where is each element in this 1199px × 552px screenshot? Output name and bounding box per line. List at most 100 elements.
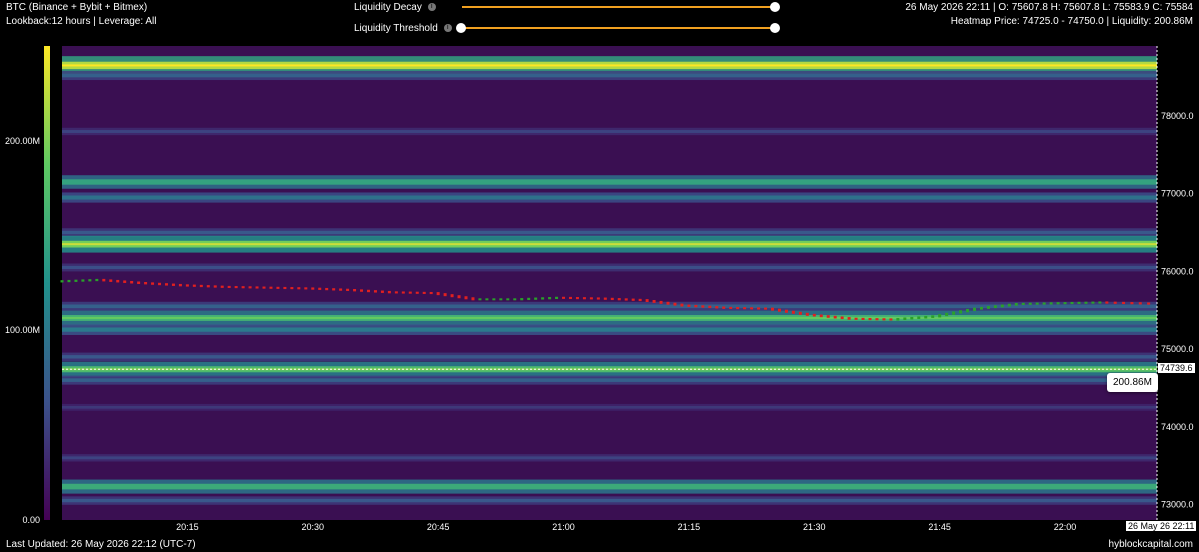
price-candle [457, 295, 461, 299]
liquidity-band-core [62, 378, 1157, 382]
price-candle [360, 289, 364, 292]
threshold-slider-min-knob[interactable] [456, 23, 466, 33]
price-candle [255, 286, 259, 289]
price-candle [715, 306, 719, 309]
price-candle [339, 288, 343, 291]
price-candle [436, 292, 440, 296]
price-candle [151, 282, 155, 285]
price-candle [645, 299, 649, 303]
price-candle [952, 311, 956, 315]
price-candle [1035, 302, 1039, 305]
y-tick-label: 77000.0 [1161, 189, 1194, 199]
price-candle [596, 297, 600, 300]
price-candle [401, 291, 405, 294]
threshold-slider-max-knob[interactable] [770, 23, 780, 33]
liquidity-band-core [62, 230, 1157, 235]
price-candle [408, 291, 412, 294]
price-candle [548, 297, 552, 300]
price-candle [353, 288, 357, 292]
price-candle [109, 279, 113, 282]
price-candle [945, 312, 949, 317]
liquidity-band-core [62, 304, 1157, 309]
price-candle [743, 307, 747, 310]
info-icon[interactable]: i [427, 3, 436, 12]
price-candle [499, 298, 503, 301]
liquidity-threshold-slider[interactable] [462, 27, 776, 29]
price-candle [757, 307, 761, 310]
price-candle [882, 318, 886, 321]
price-candle [805, 312, 809, 316]
y-tick-label: 78000.0 [1161, 111, 1194, 121]
price-candle [123, 280, 127, 283]
price-candle [729, 306, 733, 309]
ohlc-readout: 26 May 2026 22:11 | O: 75607.8 H: 75607.… [905, 2, 1193, 13]
liquidity-band-core [62, 265, 1157, 270]
price-candle [1056, 302, 1060, 305]
price-candle [868, 318, 872, 321]
x-tick-label: 20:15 [176, 522, 199, 532]
price-candle [966, 308, 970, 313]
price-candle [617, 298, 621, 301]
price-candle [262, 286, 266, 289]
price-candle [687, 304, 691, 307]
liquidity-decay-slider[interactable] [462, 6, 776, 8]
price-candle [1014, 302, 1018, 306]
price-candle [541, 297, 545, 300]
heatmap-info: Heatmap Price: 74725.0 - 74750.0 | Liqui… [950, 16, 1193, 27]
liquidity-band-core [62, 130, 1157, 133]
price-candle [366, 289, 370, 293]
liquidity-band-peak [62, 316, 1157, 319]
info-icon[interactable]: i [443, 24, 452, 33]
price-candle [387, 290, 391, 294]
threshold-label-text: Liquidity Threshold [354, 23, 438, 34]
price-candle [116, 279, 120, 283]
price-candle [680, 303, 684, 307]
chart-subtitle: Lookback:12 hours | Leverage: All [6, 16, 157, 27]
liquidity-band-core [62, 498, 1157, 503]
price-candle [1122, 301, 1126, 305]
price-candle [1084, 301, 1088, 304]
liquidity-band-core [62, 327, 1157, 332]
price-candle [95, 278, 99, 282]
price-candle [847, 317, 851, 320]
price-candle [192, 284, 196, 287]
price-candle [527, 297, 531, 301]
decay-label-text: Liquidity Decay [354, 2, 422, 13]
liquidation-heatmap-chart[interactable]: 73000.0 74000.0 75000.0 76000.0 77000.0 78000… [0, 40, 1199, 536]
price-candle [325, 287, 329, 291]
x-tick-label: 21:30 [803, 522, 826, 532]
liquidity-band-peak [62, 243, 1157, 246]
price-candle [1130, 302, 1134, 305]
last-updated: Last Updated: 26 May 2026 22:12 (UTC-7) [6, 539, 196, 550]
price-candle [798, 311, 802, 315]
price-candle [290, 287, 294, 290]
brand-link[interactable]: hyblockcapital.com [1109, 539, 1193, 550]
y-tick-label: 76000.0 [1161, 266, 1194, 276]
decay-slider-knob[interactable] [770, 2, 780, 12]
price-candle [394, 291, 398, 294]
price-candle [826, 315, 830, 318]
price-candle [60, 280, 64, 283]
price-candle [610, 297, 614, 301]
price-candle [269, 286, 273, 289]
current-time-label: 26 May 26 22:11 [1126, 521, 1197, 531]
price-candle [1000, 304, 1004, 308]
price-candle [777, 308, 781, 312]
price-candle [102, 278, 106, 282]
price-candle [1049, 302, 1053, 305]
price-candle [67, 279, 71, 283]
price-candle [241, 286, 245, 289]
price-candle [750, 307, 754, 310]
price-candle [485, 298, 489, 301]
price-candle [380, 290, 384, 293]
liquidity-band-core [62, 456, 1157, 460]
price-candle [736, 306, 740, 310]
x-tick-label: 21:00 [552, 522, 575, 532]
liquidity-band-core [62, 483, 1157, 490]
liquidity-band-core [62, 179, 1157, 185]
price-candle [903, 317, 907, 321]
price-candle [673, 302, 677, 306]
liquidity-band-core [62, 195, 1157, 200]
price-candle [248, 286, 252, 289]
price-candle [708, 305, 712, 309]
